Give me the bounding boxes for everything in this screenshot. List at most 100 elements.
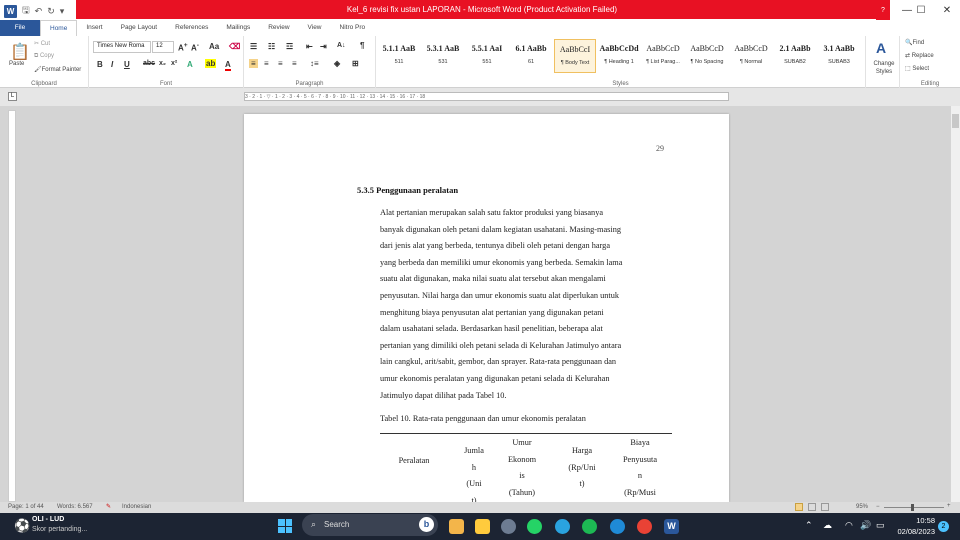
bullets-icon[interactable]: ☰ <box>250 42 257 51</box>
underline-icon[interactable]: U <box>124 60 130 69</box>
style-normal[interactable]: AaBbCcD ¶ Normal <box>730 39 772 73</box>
style-551[interactable]: 5.5.1 AaI 551 <box>466 39 508 73</box>
zoom-level[interactable]: 95% <box>856 504 868 510</box>
tab-view[interactable]: View <box>299 20 331 36</box>
close-button[interactable]: ✕ <box>932 0 960 20</box>
align-center-icon[interactable]: ≡ <box>264 59 269 68</box>
print-layout-view-icon[interactable] <box>795 503 803 511</box>
file-explorer-icon[interactable] <box>449 519 464 534</box>
tab-insert[interactable]: Insert <box>77 20 111 36</box>
settings-icon[interactable] <box>501 519 516 534</box>
find-button[interactable]: 🔍Find <box>905 39 924 46</box>
web-layout-view-icon[interactable] <box>821 503 829 511</box>
word-taskbar-icon[interactable]: W <box>664 519 679 534</box>
align-left-icon[interactable]: ≡ <box>249 59 258 68</box>
clear-formatting-icon[interactable]: ⌫ <box>229 42 240 51</box>
tab-selector[interactable]: L <box>8 92 17 101</box>
font-color-icon[interactable]: A <box>225 60 231 71</box>
strikethrough-icon[interactable]: abc <box>143 60 155 67</box>
wifi-icon[interactable]: ◠ <box>845 520 853 531</box>
tab-file[interactable]: File <box>0 20 40 36</box>
style-511[interactable]: 5.1.1 AaB 511 <box>378 39 420 73</box>
style-61[interactable]: 6.1 AaBb 61 <box>510 39 552 73</box>
multilevel-list-icon[interactable]: ☲ <box>286 42 293 51</box>
widget-title[interactable]: OLI - LUD <box>32 516 64 523</box>
proofing-icon[interactable]: ✎ <box>106 503 111 510</box>
language-indicator[interactable]: Indonesian <box>122 504 151 510</box>
chrome-icon[interactable] <box>637 519 652 534</box>
shrink-font-icon[interactable]: A- <box>191 42 199 53</box>
vertical-scrollbar[interactable] <box>951 106 960 502</box>
save-icon[interactable]: 🖫 <box>22 3 30 19</box>
tab-page-layout[interactable]: Page Layout <box>112 20 167 36</box>
cut-button[interactable]: ✂ Cut <box>34 40 50 47</box>
style-subab2[interactable]: 2.1 AaBb SUBAB2 <box>774 39 816 73</box>
zoom-slider-thumb[interactable] <box>911 504 914 511</box>
style-no-spacing[interactable]: AaBbCcD ¶ No Spacing <box>686 39 728 73</box>
paste-icon[interactable]: 📋 <box>10 42 30 62</box>
subscript-icon[interactable]: x₂ <box>159 60 166 67</box>
tab-nitro-pro[interactable]: Nitro Pro <box>331 20 375 36</box>
tab-references[interactable]: References <box>166 20 217 36</box>
highlight-icon[interactable]: ab <box>205 59 217 68</box>
document-page[interactable]: 29 5.3.5 Penggunaan peralatan Alat perta… <box>244 114 729 502</box>
font-size-select[interactable]: 12 <box>152 41 174 53</box>
select-button[interactable]: ⬚ Select <box>905 65 929 72</box>
show-formatting-icon[interactable]: ¶ <box>360 41 364 50</box>
tab-home[interactable]: Home <box>40 20 78 36</box>
tab-review[interactable]: Review <box>259 20 298 36</box>
full-screen-view-icon[interactable] <box>808 503 816 511</box>
folder-icon[interactable] <box>475 519 490 534</box>
change-styles-button[interactable]: A Change Styles <box>866 36 900 88</box>
style-list-paragraph[interactable]: AaBbCcD ¶ List Parag... <box>642 39 684 73</box>
telegram-icon[interactable] <box>555 519 570 534</box>
text-effects-icon[interactable]: A <box>187 60 193 69</box>
volume-icon[interactable]: 🔊 <box>860 520 871 531</box>
sort-icon[interactable]: A↓ <box>337 42 346 49</box>
start-button[interactable] <box>278 519 292 533</box>
spotify-icon[interactable] <box>582 519 597 534</box>
tab-mailings[interactable]: Mailings <box>217 20 259 36</box>
shading-icon[interactable]: ◈ <box>334 59 340 68</box>
onedrive-icon[interactable]: ☁ <box>823 520 832 531</box>
battery-icon[interactable]: ▭ <box>876 520 885 531</box>
format-painter-button[interactable]: 🖌Format Painter <box>34 66 81 73</box>
edge-icon[interactable] <box>610 519 625 534</box>
borders-icon[interactable]: ⊞ <box>352 59 359 68</box>
zoom-out-icon[interactable]: − <box>876 504 880 510</box>
italic-icon[interactable]: I <box>111 60 113 69</box>
customize-toolbar-icon[interactable]: ▾ <box>60 6 65 17</box>
help-button[interactable]: ? <box>876 0 890 20</box>
widget-subtitle[interactable]: Skor pertanding... <box>32 526 87 533</box>
whatsapp-icon[interactable] <box>527 519 542 534</box>
zoom-slider[interactable] <box>884 507 944 508</box>
tray-chevron-icon[interactable]: ⌃ <box>805 520 813 531</box>
grow-font-icon[interactable]: A+ <box>178 42 188 53</box>
justify-icon[interactable]: ≡ <box>292 59 297 68</box>
weather-icon[interactable]: ⚽ <box>14 518 30 534</box>
horizontal-ruler[interactable]: 3 · 2 · 1 · ▽ · 1 · 2 · 3 · 4 · 5 · 6 · … <box>244 92 729 101</box>
search-box[interactable]: ⌕ Search b <box>302 514 438 536</box>
decrease-indent-icon[interactable]: ⇤ <box>306 42 313 51</box>
change-case-icon[interactable]: Aa <box>209 42 219 51</box>
style-heading-1[interactable]: AaBbCcDd ¶ Heading 1 <box>598 39 640 73</box>
notification-badge[interactable]: 2 <box>938 521 949 532</box>
page-count[interactable]: Page: 1 of 44 <box>8 504 44 510</box>
font-name-select[interactable]: Times New Roma <box>93 41 151 53</box>
clock-time[interactable]: 10:58 <box>893 516 935 525</box>
bing-chat-icon[interactable]: b <box>419 517 434 532</box>
undo-icon[interactable]: ↶ <box>35 6 43 17</box>
word-count[interactable]: Words: 6.567 <box>57 504 93 510</box>
style-body-text[interactable]: AaBbCcI ¶ Body Text <box>554 39 596 73</box>
paste-button[interactable]: Paste <box>9 61 24 67</box>
superscript-icon[interactable]: x² <box>171 60 177 67</box>
replace-button[interactable]: ⇄ Replace <box>905 52 934 59</box>
copy-button[interactable]: ⧉ Copy <box>34 53 54 60</box>
bold-icon[interactable]: B <box>97 60 103 69</box>
increase-indent-icon[interactable]: ⇥ <box>320 42 327 51</box>
line-spacing-icon[interactable]: ↕≡ <box>310 59 319 68</box>
zoom-in-icon[interactable]: + <box>947 503 951 509</box>
style-subab3[interactable]: 3.1 AaBb SUBAB3 <box>818 39 860 73</box>
align-right-icon[interactable]: ≡ <box>278 59 283 68</box>
numbering-icon[interactable]: ☷ <box>268 42 275 51</box>
